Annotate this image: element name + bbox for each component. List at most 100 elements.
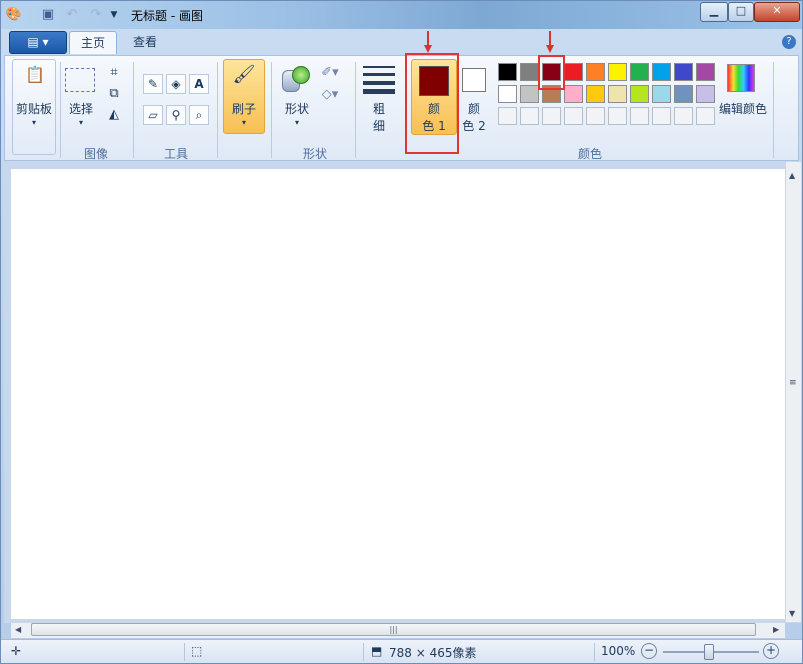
save-icon[interactable]: ▣ xyxy=(39,6,57,24)
palette-swatch[interactable] xyxy=(674,63,693,81)
brushes-label: 刷子 xyxy=(231,102,256,116)
scroll-right-icon[interactable]: ▶ xyxy=(773,625,779,634)
maximize-button[interactable]: □ xyxy=(728,2,754,22)
brushes-dropdown-icon: ▾ xyxy=(241,118,246,127)
edit-colors-icon[interactable] xyxy=(727,64,755,92)
size-label-line1[interactable]: 粗 xyxy=(363,100,395,117)
palette-swatch[interactable] xyxy=(564,85,583,103)
palette-custom-slot[interactable] xyxy=(630,107,649,125)
palette-swatch[interactable] xyxy=(652,63,671,81)
ribbon-separator xyxy=(773,62,774,158)
shapes-icon[interactable] xyxy=(282,66,310,94)
palette-custom-slot[interactable] xyxy=(652,107,671,125)
status-divider xyxy=(594,643,595,661)
crop-icon[interactable]: ⌗ xyxy=(105,64,123,82)
canvas-size-icon: ⬒ xyxy=(371,644,383,658)
close-button[interactable]: ✕ xyxy=(754,2,800,22)
size-label-line2[interactable]: 细 xyxy=(363,117,395,134)
palette-custom-slot[interactable] xyxy=(542,107,561,125)
paint-app-icon[interactable]: 🎨 xyxy=(5,6,23,24)
paint-window: 🎨 ▣ ↶ ↷ ▼ 无标题 - 画图 ▁ □ ✕ ▤ ▾ 主页 查看 ? 📋 剪… xyxy=(0,0,803,664)
color-picker-icon[interactable]: ⚲ xyxy=(166,105,186,125)
tools-group-label: 工具 xyxy=(163,147,188,161)
palette-custom-slot[interactable] xyxy=(696,107,715,125)
colors-group-label: 颜色 xyxy=(577,147,602,161)
palette-swatch[interactable] xyxy=(564,63,583,81)
ribbon-separator xyxy=(355,62,356,158)
select-dropdown-icon[interactable]: ▾ xyxy=(63,118,99,127)
vertical-scrollbar[interactable] xyxy=(785,162,801,622)
palette-swatch[interactable] xyxy=(498,85,517,103)
annotation-box-color1 xyxy=(405,53,459,154)
rotate-icon[interactable]: ◭ xyxy=(105,106,123,124)
palette-swatch[interactable] xyxy=(608,85,627,103)
palette-custom-slot[interactable] xyxy=(608,107,627,125)
clipboard-label: 剪贴板 xyxy=(15,102,52,116)
scroll-left-icon[interactable]: ◀ xyxy=(15,625,21,634)
palette-swatch[interactable] xyxy=(630,63,649,81)
status-divider xyxy=(184,643,185,661)
palette-swatch[interactable] xyxy=(608,63,627,81)
tab-home[interactable]: 主页 xyxy=(69,31,117,54)
tab-view[interactable]: 查看 xyxy=(123,31,167,53)
image-group-label: 图像 xyxy=(83,147,108,161)
clipboard-dropdown-icon: ▾ xyxy=(31,118,36,127)
paint-menu-button[interactable]: ▤ ▾ xyxy=(9,31,67,54)
ribbon-tab-row: ▤ ▾ 主页 查看 ? xyxy=(1,29,802,55)
status-divider xyxy=(363,643,364,661)
fill-icon[interactable]: ◈ xyxy=(166,74,186,94)
resize-icon[interactable]: ⧉ xyxy=(105,85,123,103)
palette-custom-slot[interactable] xyxy=(674,107,693,125)
scroll-up-icon[interactable]: ▲ xyxy=(789,171,795,180)
palette-swatch[interactable] xyxy=(520,63,539,81)
minimize-button[interactable]: ▁ xyxy=(700,2,728,22)
brush-icon: 🖌 xyxy=(232,64,256,85)
shapes-dropdown-icon[interactable]: ▾ xyxy=(277,118,317,127)
palette-swatch[interactable] xyxy=(696,85,715,103)
palette-swatch[interactable] xyxy=(586,85,605,103)
palette-custom-slot[interactable] xyxy=(586,107,605,125)
annotation-arrowhead xyxy=(546,45,554,53)
zoom-out-button[interactable]: − xyxy=(641,643,657,659)
palette-swatch[interactable] xyxy=(630,85,649,103)
quick-access-dropdown-icon[interactable]: ▼ xyxy=(105,6,123,24)
palette-swatch[interactable] xyxy=(498,63,517,81)
palette-swatch[interactable] xyxy=(696,63,715,81)
annotation-box-palette xyxy=(538,55,565,90)
scroll-grip-icon[interactable]: ≡ xyxy=(789,378,797,388)
color2-swatch[interactable] xyxy=(462,68,486,92)
palette-swatch[interactable] xyxy=(674,85,693,103)
shapes-label[interactable]: 形状 xyxy=(277,100,317,117)
color2-label-line2[interactable]: 色 2 xyxy=(459,117,489,134)
zoom-slider-thumb[interactable] xyxy=(704,644,714,660)
canvas-dimensions: 788 × 465像素 xyxy=(389,646,477,660)
shapes-group-label: 形状 xyxy=(302,147,327,161)
eraser-icon[interactable]: ▱ xyxy=(143,105,163,125)
size-icon[interactable] xyxy=(363,66,395,94)
palette-custom-slot[interactable] xyxy=(564,107,583,125)
zoom-in-button[interactable]: + xyxy=(763,643,779,659)
ribbon-separator xyxy=(133,62,134,158)
outline-icon[interactable]: ✐▾ xyxy=(321,64,339,82)
ribbon-separator xyxy=(217,62,218,158)
shape-fill-icon[interactable]: ◇▾ xyxy=(321,86,339,104)
help-icon[interactable]: ? xyxy=(782,35,796,49)
text-tool-icon[interactable]: A xyxy=(189,74,209,94)
drawing-canvas[interactable] xyxy=(11,169,785,619)
color2-label-line1[interactable]: 颜 xyxy=(459,100,489,117)
palette-custom-slot[interactable] xyxy=(498,107,517,125)
magnifier-icon[interactable]: ⌕ xyxy=(189,105,209,125)
palette-swatch[interactable] xyxy=(652,85,671,103)
edit-colors-label[interactable]: 编辑颜色 xyxy=(715,100,771,117)
palette-custom-slot[interactable] xyxy=(520,107,539,125)
select-icon[interactable] xyxy=(65,68,95,92)
horizontal-scroll-thumb[interactable]: ||| xyxy=(31,623,756,636)
select-label[interactable]: 选择 xyxy=(63,100,99,117)
palette-swatch[interactable] xyxy=(520,85,539,103)
redo-icon[interactable]: ↷ xyxy=(87,6,105,24)
pencil-icon[interactable]: ✎ xyxy=(143,74,163,94)
ribbon: 📋 剪贴板 ▾ 选择 ▾ ⌗ ⧉ ◭ 图像 ✎ ◈ A ▱ ⚲ ⌕ 工具 🖌 刷… xyxy=(4,55,799,161)
palette-swatch[interactable] xyxy=(586,63,605,81)
undo-icon[interactable]: ↶ xyxy=(63,6,81,24)
scroll-down-icon[interactable]: ▼ xyxy=(789,609,795,618)
